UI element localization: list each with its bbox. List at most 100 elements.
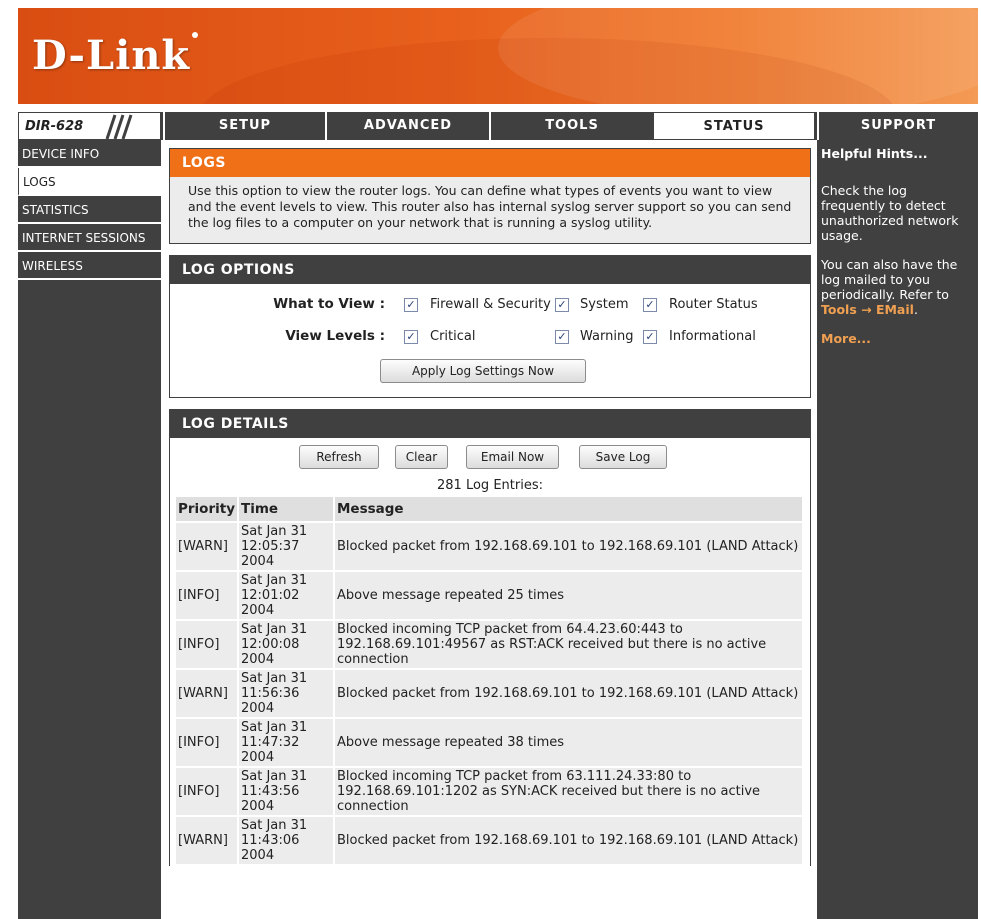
log-time-line: 2004 <box>241 603 275 618</box>
firewall-security-checkbox[interactable]: ✓ <box>404 298 418 312</box>
table-row: [INFO] Sat Jan 31 12:00:08 2004 Blocked inco… <box>176 621 802 668</box>
log-priority: [INFO] <box>176 719 237 766</box>
warning-checkbox[interactable]: ✓ <box>555 330 569 344</box>
log-time: Sat Jan 31 12:05:37 2004 <box>239 523 333 570</box>
clear-button[interactable]: Clear <box>395 445 448 469</box>
log-time-line: Sat Jan 31 <box>241 818 308 833</box>
tab-status[interactable]: STATUS <box>653 112 815 140</box>
log-time-line: Sat Jan 31 <box>241 671 308 686</box>
log-time: Sat Jan 31 11:56:36 2004 <box>239 670 333 717</box>
log-priority: [WARN] <box>176 817 237 864</box>
sidebar-item-internet-sessions[interactable]: INTERNET SESSIONS <box>18 224 161 252</box>
log-message: Blocked packet from 192.168.69.101 to 19… <box>335 523 802 570</box>
log-time-line: 11:56:36 <box>241 686 300 701</box>
tab-tools[interactable]: TOOLS <box>489 112 653 140</box>
log-time-line: 2004 <box>241 701 275 716</box>
table-row: [INFO] Sat Jan 31 12:01:02 2004 Above messag… <box>176 572 802 619</box>
log-message: Blocked incoming TCP packet from 64.4.23… <box>335 621 802 668</box>
log-priority: [INFO] <box>176 621 237 668</box>
model-label: DIR-628 <box>18 112 161 140</box>
log-time-line: 2004 <box>241 652 275 667</box>
log-message: Above message repeated 25 times <box>335 572 802 619</box>
logs-description: Use this option to view the router logs.… <box>188 183 792 230</box>
email-now-button[interactable]: Email Now <box>466 445 559 469</box>
sidebar-item-logs[interactable]: LOGS <box>18 168 161 196</box>
log-message: Above message repeated 38 times <box>335 719 802 766</box>
log-time-line: 11:43:56 <box>241 784 300 799</box>
system-label: System <box>580 297 629 312</box>
more-link[interactable]: More... <box>821 331 871 346</box>
router-status-checkbox[interactable]: ✓ <box>643 298 657 312</box>
log-priority: [WARN] <box>176 670 237 717</box>
log-options-title: LOG OPTIONS <box>170 256 810 284</box>
log-time-line: Sat Jan 31 <box>241 573 308 588</box>
apply-log-settings-button[interactable]: Apply Log Settings Now <box>380 359 586 383</box>
log-table: Priority Time Message [WARN] Sat Jan 31 12… <box>174 495 804 866</box>
log-details-title: LOG DETAILS <box>170 410 810 438</box>
column-message: Message <box>335 497 802 521</box>
log-message: Blocked incoming TCP packet from 63.111.… <box>335 768 802 815</box>
save-log-button[interactable]: Save Log <box>579 445 667 469</box>
hints-title: Helpful Hints... <box>821 146 928 161</box>
log-time-line: Sat Jan 31 <box>241 720 308 735</box>
informational-label: Informational <box>669 329 756 344</box>
header-banner: D-Link <box>18 8 978 104</box>
log-time: Sat Jan 31 12:01:02 2004 <box>239 572 333 619</box>
tab-setup[interactable]: SETUP <box>163 112 325 140</box>
logs-panel: LOGS Use this option to view the router … <box>169 148 811 244</box>
sidebar-item-device-info[interactable]: DEVICE INFO <box>18 140 161 168</box>
tab-advanced[interactable]: ADVANCED <box>325 112 489 140</box>
top-nav: DIR-628 SETUP ADVANCED TOOLS STATUS SUPP… <box>18 112 978 140</box>
log-time-line: 11:43:06 <box>241 833 300 848</box>
router-admin-frame: D-Link DIR-628 SETUP ADVANCED TOOLS STAT… <box>18 8 978 919</box>
table-row: [WARN] Sat Jan 31 11:43:06 2004 Blocked pack… <box>176 817 802 864</box>
tools-email-link[interactable]: Tools → EMail <box>821 302 914 317</box>
log-time-line: 2004 <box>241 848 275 863</box>
log-entries-count: 281 Log Entries: <box>437 478 543 493</box>
hints-text-1: Check the log frequently to detect unaut… <box>821 183 959 243</box>
log-details-panel: LOG DETAILS Refresh Clear Email Now Save… <box>169 409 811 866</box>
column-time: Time <box>239 497 333 521</box>
sidebar-item-wireless[interactable]: WIRELESS <box>18 252 161 280</box>
log-time: Sat Jan 31 12:00:08 2004 <box>239 621 333 668</box>
log-time-line: 12:05:37 <box>241 539 300 554</box>
column-priority: Priority <box>176 497 237 521</box>
log-time: Sat Jan 31 11:47:32 2004 <box>239 719 333 766</box>
tab-support[interactable]: SUPPORT <box>817 112 978 140</box>
log-time: Sat Jan 31 11:43:06 2004 <box>239 817 333 864</box>
sidebar-item-statistics[interactable]: STATISTICS <box>18 196 161 224</box>
log-time-line: 2004 <box>241 799 275 814</box>
table-row: [INFO] Sat Jan 31 11:47:32 2004 Above messag… <box>176 719 802 766</box>
log-time-line: 2004 <box>241 554 275 569</box>
sidebar: DEVICE INFO LOGS STATISTICS INTERNET SES… <box>18 140 161 919</box>
table-row: [WARN] Sat Jan 31 11:56:36 2004 Blocked pack… <box>176 670 802 717</box>
dlink-logo: D-Link <box>32 32 199 79</box>
log-priority: [INFO] <box>176 768 237 815</box>
table-row: [INFO] Sat Jan 31 11:43:56 2004 Blocked inco… <box>176 768 802 815</box>
helpful-hints-panel: Helpful Hints... Check the log frequentl… <box>817 140 978 919</box>
log-message: Blocked packet from 192.168.69.101 to 19… <box>335 670 802 717</box>
slashes-icon <box>105 114 133 140</box>
log-options-panel: LOG OPTIONS What to View : ✓ Firewall & … <box>169 255 811 398</box>
log-priority: [WARN] <box>176 523 237 570</box>
table-row: [WARN] Sat Jan 31 12:05:37 2004 Blocked pack… <box>176 523 802 570</box>
log-time-line: 12:00:08 <box>241 637 300 652</box>
view-levels-label: View Levels : <box>285 328 385 344</box>
informational-checkbox[interactable]: ✓ <box>643 330 657 344</box>
log-time-line: 12:01:02 <box>241 588 300 603</box>
firewall-security-label: Firewall & Security <box>430 297 551 312</box>
warning-label: Warning <box>580 329 634 344</box>
main-content: LOGS Use this option to view the router … <box>169 148 811 877</box>
log-time-line: Sat Jan 31 <box>241 622 308 637</box>
critical-label: Critical <box>430 329 476 344</box>
router-status-label: Router Status <box>669 297 758 312</box>
critical-checkbox[interactable]: ✓ <box>404 330 418 344</box>
hints-text-2: You can also have the log mailed to you … <box>821 257 958 317</box>
what-to-view-label: What to View : <box>273 296 385 312</box>
log-message: Blocked packet from 192.168.69.101 to 19… <box>335 817 802 864</box>
log-time-line: Sat Jan 31 <box>241 769 308 784</box>
system-checkbox[interactable]: ✓ <box>555 298 569 312</box>
refresh-button[interactable]: Refresh <box>299 445 379 469</box>
log-time: Sat Jan 31 11:43:56 2004 <box>239 768 333 815</box>
log-priority: [INFO] <box>176 572 237 619</box>
